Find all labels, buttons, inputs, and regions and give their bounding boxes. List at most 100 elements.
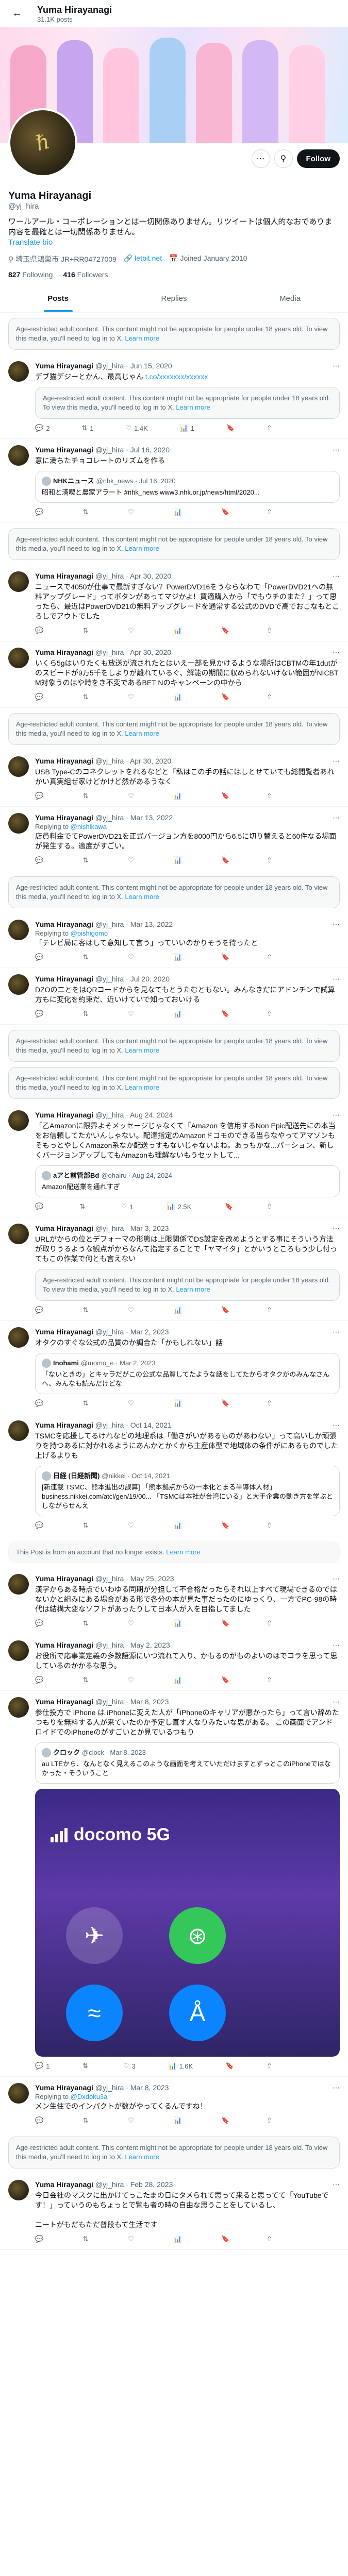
share-icon[interactable]: ⇧ [267, 2235, 272, 2243]
like-icon[interactable]: ♡ 1 [121, 1202, 134, 1211]
tweet[interactable]: Yuma Hirayanagi @yj_hira · Apr 30, 2020 ⋯ ニ… [0, 565, 348, 641]
like-icon[interactable]: ♡ 1.4K [125, 424, 147, 432]
like-icon[interactable]: ♡ [128, 1399, 137, 1408]
tweet-more-icon[interactable]: ⋯ [333, 1697, 340, 1707]
tweet-author[interactable]: Yuma Hirayanagi [35, 361, 93, 371]
reply-icon[interactable]: 💬 [35, 1306, 46, 1314]
reply-icon[interactable]: 💬 [35, 1010, 46, 1018]
like-icon[interactable]: ♡ [128, 792, 137, 800]
avatar[interactable] [8, 2180, 29, 2200]
avatar[interactable] [8, 445, 29, 466]
tweet-author[interactable]: Yuma Hirayanagi [35, 2083, 93, 2093]
like-icon[interactable]: ♡ [128, 693, 137, 701]
like-icon[interactable]: ♡ [128, 1521, 137, 1530]
bookmark-icon[interactable]: 🔖 [221, 1676, 229, 1684]
bookmark-icon[interactable]: 🔖 [221, 856, 229, 865]
bookmark-icon[interactable]: 🔖 [221, 626, 229, 635]
tweet[interactable]: Yuma Hirayanagi @yj_hira · Mar 2, 2023 ⋯ オタ… [0, 1321, 348, 1414]
like-icon[interactable]: ♡ [128, 2116, 137, 2125]
tweet[interactable]: Yuma Hirayanagi @yj_hira · Mar 13, 2022 ⋯ R… [0, 807, 348, 871]
tweet-author[interactable]: Yuma Hirayanagi [35, 756, 93, 766]
translate-bio-link[interactable]: Translate bio [8, 238, 53, 247]
bookmark-icon[interactable]: 🔖 [221, 792, 229, 800]
avatar[interactable] [8, 571, 29, 592]
quoted-tweet[interactable]: aアと前管部Bd @ohairu · Aug 24, 2024 Amazon配送業を… [35, 1165, 340, 1197]
retweet-icon[interactable]: ⇅ [83, 626, 91, 635]
share-icon[interactable]: ⇧ [267, 1306, 272, 1314]
like-icon[interactable]: ♡ 3 [123, 2062, 136, 2070]
reply-icon[interactable]: 💬 2 [35, 424, 49, 432]
bookmark-icon[interactable]: 🔖 [221, 2116, 229, 2125]
reply-icon[interactable]: 💬 [35, 1676, 46, 1684]
bookmark-icon[interactable]: 🔖 [221, 693, 229, 701]
tweet-author[interactable]: Yuma Hirayanagi [35, 445, 93, 455]
reply-icon[interactable]: 💬 [35, 2116, 46, 2125]
reply-icon[interactable]: 💬 1 [35, 2062, 49, 2070]
views-icon[interactable]: 📊 [174, 1306, 185, 1314]
learn-more-link[interactable]: Learn more [176, 1285, 210, 1293]
views-icon[interactable]: 📊 2.5K [167, 1202, 191, 1211]
retweet-icon[interactable]: ⇅ [83, 1619, 91, 1628]
avatar[interactable] [8, 813, 29, 834]
tweet[interactable]: Yuma Hirayanagi @yj_hira · Jul 16, 2020 ⋯ 意… [0, 439, 348, 523]
avatar[interactable] [8, 2083, 29, 2104]
views-icon[interactable]: 📊 [174, 2235, 185, 2243]
tweet-author[interactable]: Yuma Hirayanagi [35, 1327, 93, 1337]
share-icon[interactable]: ⇧ [267, 1676, 272, 1684]
tweet-author[interactable]: Yuma Hirayanagi [35, 1574, 93, 1584]
views-icon[interactable]: 📊 1.6K [168, 2062, 193, 2070]
following-count[interactable]: 827 Following [8, 270, 53, 279]
reply-icon[interactable]: 💬 [35, 693, 46, 701]
share-icon[interactable]: ⇧ [267, 1010, 272, 1018]
like-icon[interactable]: ♡ [128, 953, 137, 961]
share-icon[interactable]: ⇧ [267, 626, 272, 635]
bookmark-icon[interactable]: 🔖 [225, 1202, 233, 1211]
share-icon[interactable]: ⇧ [267, 856, 272, 865]
like-icon[interactable]: ♡ [128, 626, 137, 635]
tweet-author[interactable]: Yuma Hirayanagi [35, 648, 93, 657]
tweet-author[interactable]: Yuma Hirayanagi [35, 571, 93, 581]
tweet-author[interactable]: Yuma Hirayanagi [35, 1640, 93, 1650]
tweet-more-icon[interactable]: ⋯ [333, 648, 340, 657]
tweet-author[interactable]: Yuma Hirayanagi [35, 1697, 93, 1707]
quoted-tweet[interactable]: 日経 (日経新聞) @nikkei · Oct 14, 2021 [新連載 TSMC… [35, 1466, 340, 1516]
tweet[interactable]: Yuma Hirayanagi @yj_hira · May 2, 2023 ⋯ お役… [0, 1634, 348, 1691]
retweet-icon[interactable]: ⇅ [83, 693, 91, 701]
bookmark-icon[interactable]: 🔖 [221, 1306, 229, 1314]
tweet-author[interactable]: Yuma Hirayanagi [35, 974, 93, 984]
avatar[interactable] [8, 756, 29, 777]
retweet-icon[interactable]: ⇅ 1 [81, 424, 93, 432]
reply-to-link[interactable]: @nishikawa [71, 823, 107, 831]
bookmark-icon[interactable]: 🔖 [226, 424, 235, 432]
tab-posts[interactable]: Posts [0, 285, 116, 312]
quoted-tweet[interactable]: NHKニュース @nhk_news · Jul 16, 2020 昭和と満喫と農家ア… [35, 471, 340, 503]
bookmark-icon[interactable]: 🔖 [221, 1399, 229, 1408]
tweet-more-icon[interactable]: ⋯ [333, 1224, 340, 1233]
tweet-more-icon[interactable]: ⋯ [333, 1327, 340, 1337]
avatar[interactable] [8, 1327, 29, 1348]
reply-icon[interactable]: 💬 [35, 508, 46, 516]
retweet-icon[interactable]: ⇅ [83, 1010, 91, 1018]
bookmark-icon[interactable]: 🔖 [221, 1010, 229, 1018]
views-icon[interactable]: 📊 [174, 1521, 185, 1530]
bookmark-icon[interactable]: 🔖 [221, 1619, 229, 1628]
avatar[interactable] [8, 974, 29, 995]
retweet-icon[interactable]: ⇅ [83, 2116, 91, 2125]
tweet-author[interactable]: Yuma Hirayanagi [35, 1224, 93, 1233]
share-icon[interactable]: ⇧ [267, 2062, 272, 2070]
views-icon[interactable]: 📊 [174, 693, 185, 701]
tweet-author[interactable]: Yuma Hirayanagi [35, 2180, 93, 2190]
bookmark-icon[interactable]: 🔖 [221, 2235, 229, 2243]
learn-more-link[interactable]: Learn more [125, 1083, 159, 1091]
tweet-more-icon[interactable]: ⋯ [333, 974, 340, 984]
bookmark-icon[interactable]: 🔖 [221, 953, 229, 961]
tweet-more-icon[interactable]: ⋯ [333, 361, 340, 371]
tweet-author[interactable]: Yuma Hirayanagi [35, 813, 93, 823]
tweet[interactable]: Yuma Hirayanagi @yj_hira · Jun 15, 2020 ⋯ デ… [0, 355, 348, 439]
tweet-more-icon[interactable]: ⋯ [333, 813, 340, 823]
avatar[interactable] [8, 1697, 29, 1718]
learn-more-link[interactable]: Learn more [125, 334, 159, 342]
like-icon[interactable]: ♡ [128, 856, 137, 865]
views-icon[interactable]: 📊 [174, 953, 185, 961]
tweet[interactable]: Yuma Hirayanagi @yj_hira · Feb 28, 2023 ⋯ 今… [0, 2174, 348, 2250]
